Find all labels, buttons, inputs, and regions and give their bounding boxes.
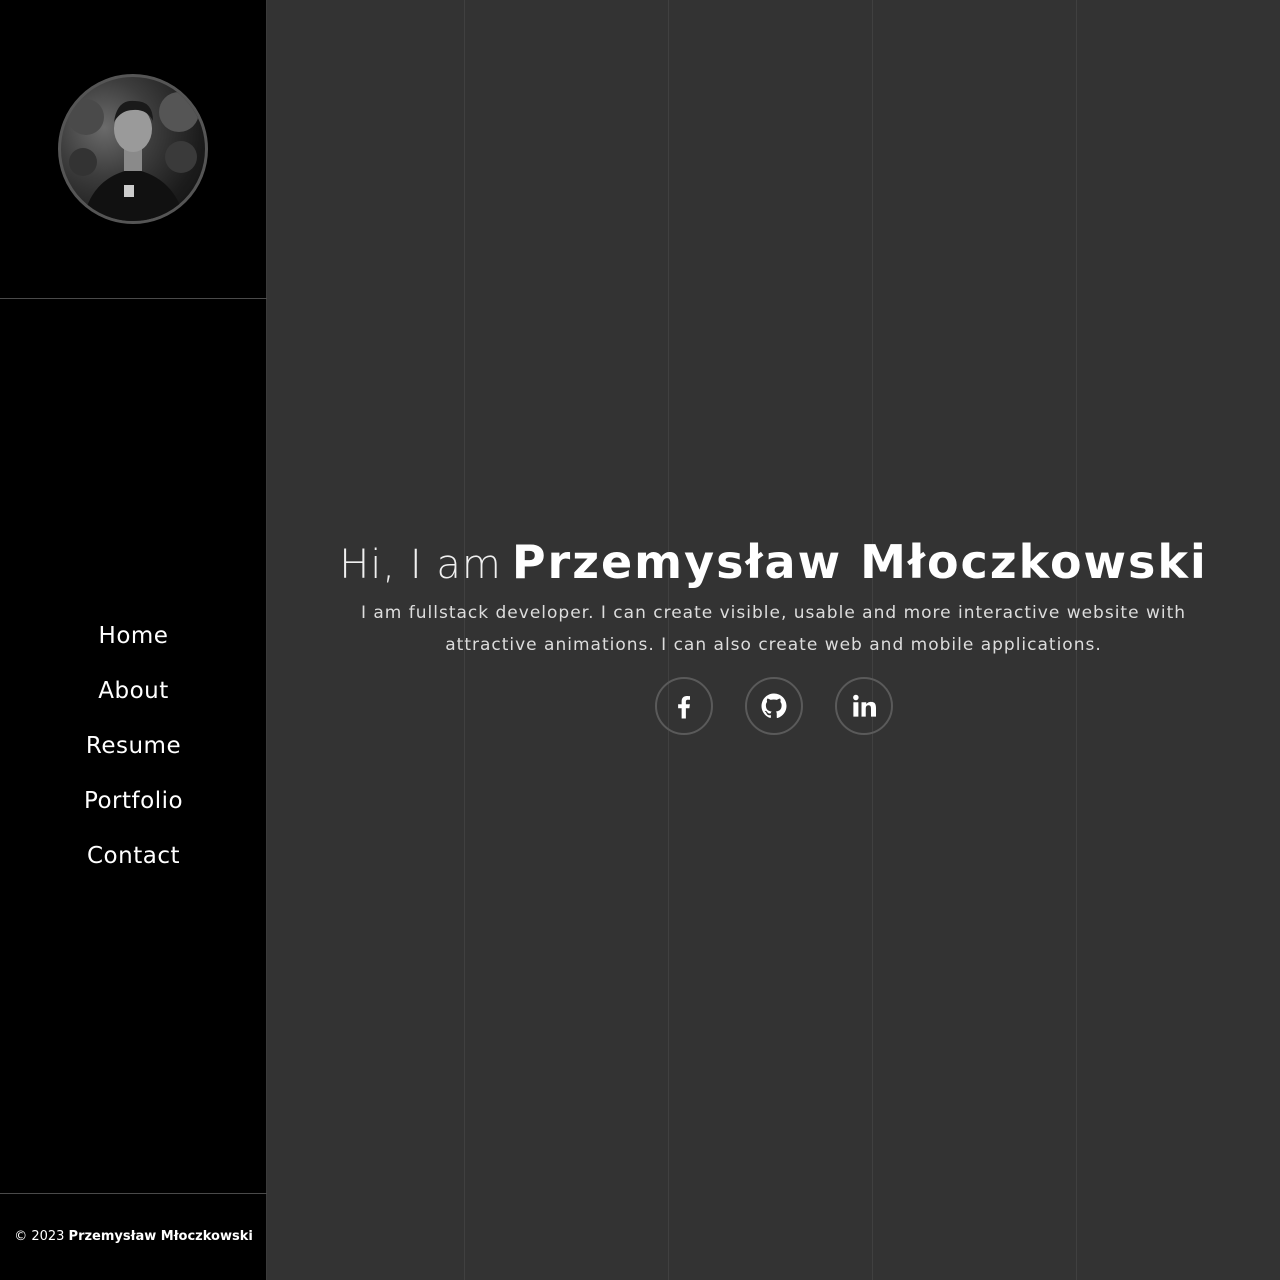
page: Home About Resume Portfolio Contact © 20… [0,0,1280,1280]
avatar-photo [68,92,199,221]
hero: Hi, I am Przemysław Młoczkowski I am full… [267,530,1280,735]
hero-greeting: Hi, I am [339,542,502,588]
footer-owner-name: Przemysław Młoczkowski [68,1229,253,1244]
nav-item-about[interactable]: About [0,664,267,719]
main-content: Hi, I am Przemysław Młoczkowski I am full… [267,0,1280,1280]
footer: © 2023 Przemysław Młoczkowski [0,1193,267,1280]
facebook-icon [677,696,690,719]
hero-description: I am fullstack developer. I can create v… [360,603,1187,655]
linkedin-link[interactable] [834,677,893,735]
github-icon [761,693,786,719]
nav-item-home[interactable]: Home [0,609,267,664]
social-links [267,677,1280,735]
linkedin-icon [852,694,876,717]
copyright-text: © 2023 [14,1229,65,1244]
profile-header [0,0,267,299]
github-link[interactable] [744,677,803,735]
main-nav: Home About Resume Portfolio Contact [0,609,267,884]
sidebar: Home About Resume Portfolio Contact © 20… [0,0,267,1280]
hero-title: Hi, I am Przemysław Młoczkowski [267,530,1280,597]
avatar [58,74,208,224]
nav-item-resume[interactable]: Resume [0,719,267,774]
hero-name: Przemysław Młoczkowski [511,535,1208,589]
nav-item-contact[interactable]: Contact [0,829,267,884]
nav-item-portfolio[interactable]: Portfolio [0,774,267,829]
facebook-link[interactable] [654,677,713,735]
